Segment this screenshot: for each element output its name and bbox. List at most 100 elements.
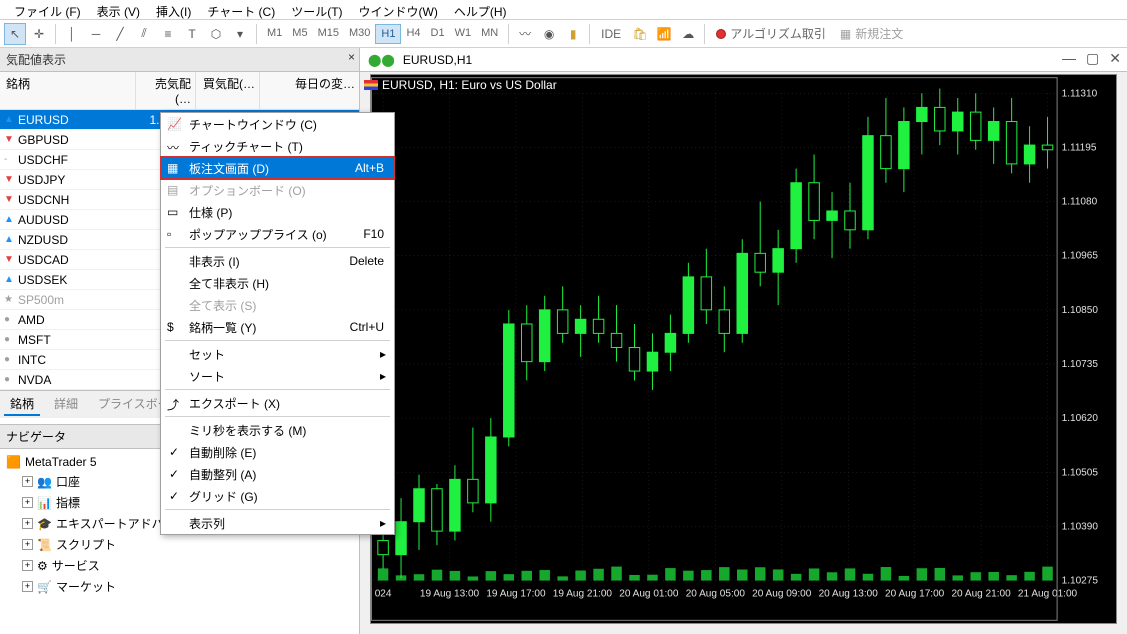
svg-text:19 Aug 21:00: 19 Aug 21:00: [553, 589, 613, 600]
shortcut-label: Delete: [349, 254, 384, 268]
expand-icon[interactable]: +: [22, 539, 33, 550]
svg-text:20 Aug 21:00: 20 Aug 21:00: [951, 589, 1011, 600]
nav-item[interactable]: +📜スクリプト: [6, 534, 353, 555]
maximize-icon[interactable]: ▢: [1086, 50, 1099, 67]
expand-icon[interactable]: +: [22, 476, 33, 487]
context-menu-item[interactable]: セット▸: [161, 343, 394, 365]
dropdown-tool[interactable]: ▾: [229, 23, 251, 45]
menu-item[interactable]: ヘルプ(H): [446, 0, 515, 19]
close-icon[interactable]: ✕: [1109, 50, 1121, 67]
context-menu-item[interactable]: ⤴エクスポート (X): [161, 392, 394, 414]
menu-item-label: グリッド (G): [189, 488, 258, 505]
close-icon[interactable]: ×: [348, 50, 355, 64]
chart-logo-icon: ⬤⬤: [368, 53, 395, 67]
trendline-tool[interactable]: ╱: [109, 23, 131, 45]
context-menu-item[interactable]: ▦板注文画面 (D)Alt+B: [161, 157, 394, 179]
menu-item-label: 全て表示 (S): [189, 297, 256, 314]
context-menu-item[interactable]: 〰ティックチャート (T): [161, 135, 394, 157]
col-bid[interactable]: 売気配(…: [136, 72, 196, 109]
menu-item-label: 非表示 (I): [189, 253, 240, 270]
tab-symbols[interactable]: 銘柄: [4, 393, 40, 416]
market-icon[interactable]: 🛍: [629, 23, 651, 45]
col-change[interactable]: 毎日の変…: [260, 72, 359, 109]
menu-item[interactable]: ファイル (F): [6, 0, 89, 19]
nav-item[interactable]: +⚙サービス: [6, 555, 353, 576]
context-menu-item[interactable]: $銘柄一覧 (Y)Ctrl+U: [161, 316, 394, 338]
text-tool[interactable]: T: [181, 23, 203, 45]
svg-text:19 Aug 13:00: 19 Aug 13:00: [420, 589, 480, 600]
signals-icon[interactable]: 📶: [653, 23, 675, 45]
menu-item[interactable]: 挿入(I): [148, 0, 199, 19]
timeframe-W1[interactable]: W1: [450, 24, 477, 44]
chart-canvas[interactable]: 1.113101.111951.110801.109651.108501.107…: [370, 74, 1117, 624]
linechart-icon[interactable]: 〰: [514, 23, 536, 45]
timeframe-M1[interactable]: M1: [262, 24, 287, 44]
timeframe-M15[interactable]: M15: [313, 24, 344, 44]
context-menu-item[interactable]: 表示列▸: [161, 512, 394, 534]
context-menu-item[interactable]: ▭仕様 (P): [161, 201, 394, 223]
nav-item[interactable]: +🛒マーケット: [6, 576, 353, 597]
menu-item[interactable]: ウインドウ(W): [351, 0, 446, 19]
menu-item-label: 仕様 (P): [189, 204, 232, 221]
crosshair-tool[interactable]: ✛: [28, 23, 50, 45]
ide-button[interactable]: IDE: [595, 24, 627, 44]
shortcut-label: Ctrl+U: [350, 320, 384, 334]
expand-icon[interactable]: +: [22, 581, 33, 592]
menu-item[interactable]: ツール(T): [283, 0, 350, 19]
algo-trading-button[interactable]: アルゴリズム取引: [710, 22, 832, 45]
menu-item[interactable]: 表示 (V): [89, 0, 148, 19]
svg-text:20 Aug 17:00: 20 Aug 17:00: [885, 589, 945, 600]
timeframe-MN[interactable]: MN: [476, 24, 503, 44]
direction-icon: [4, 254, 14, 265]
flag-icon: [364, 80, 378, 90]
context-menu-item[interactable]: 📈チャートウインドウ (C): [161, 113, 394, 135]
minimize-icon[interactable]: —: [1062, 50, 1076, 67]
indicator-icon[interactable]: ◉: [538, 23, 560, 45]
svg-text:21 Aug 01:00: 21 Aug 01:00: [1018, 589, 1078, 600]
cursor-tool[interactable]: ↖: [4, 23, 26, 45]
context-menu-item[interactable]: 非表示 (I) Delete: [161, 250, 394, 272]
menu-item[interactable]: チャート (C): [199, 0, 283, 19]
expand-icon[interactable]: +: [22, 497, 33, 508]
direction-icon: [4, 374, 10, 385]
cloud-icon[interactable]: ☁: [677, 23, 699, 45]
context-menu-item: ▤オプションボード (O): [161, 179, 394, 201]
tab-details[interactable]: 詳細: [48, 393, 84, 416]
objects-tool[interactable]: ⬡: [205, 23, 227, 45]
expand-icon[interactable]: +: [22, 560, 33, 571]
context-menu-item[interactable]: 自動削除 (E): [161, 441, 394, 463]
dom-icon: ▦: [167, 161, 181, 175]
context-menu-item[interactable]: ミリ秒を表示する (M): [161, 419, 394, 441]
new-order-button[interactable]: ▦ 新規注文: [834, 22, 909, 45]
chart-icon[interactable]: ▮: [562, 23, 584, 45]
timeframe-D1[interactable]: D1: [426, 24, 450, 44]
timeframe-M5[interactable]: M5: [287, 24, 312, 44]
timeframe-M30[interactable]: M30: [344, 24, 375, 44]
col-ask[interactable]: 買気配(…: [196, 72, 260, 109]
direction-icon: [4, 354, 10, 365]
menu-item-label: オプションボード (O): [189, 182, 306, 199]
separator: [589, 24, 590, 44]
timeframe-bar: M1M5M15M30H1H4D1W1MN: [262, 24, 503, 44]
timeframe-H4[interactable]: H4: [401, 24, 425, 44]
hline-tool[interactable]: ─: [85, 23, 107, 45]
nav-label: 口座: [56, 473, 80, 490]
shortcut-label: F10: [363, 227, 384, 241]
popup-icon: ▫: [167, 227, 181, 241]
context-menu-item[interactable]: グリッド (G): [161, 485, 394, 507]
menu-item-label: セット: [189, 346, 225, 363]
timeframe-H1[interactable]: H1: [375, 24, 401, 44]
fibo-tool[interactable]: ≡: [157, 23, 179, 45]
context-menu-item[interactable]: 全て非表示 (H): [161, 272, 394, 294]
context-menu-item[interactable]: ▫ポップアッププライス (o)F10: [161, 223, 394, 245]
nav-root-label: MetaTrader 5: [25, 455, 97, 469]
context-menu-item[interactable]: 自動整列 (A): [161, 463, 394, 485]
expand-icon[interactable]: +: [22, 518, 33, 529]
context-menu-item[interactable]: ソート▸: [161, 365, 394, 387]
col-symbol[interactable]: 銘柄: [0, 72, 136, 109]
vline-tool[interactable]: │: [61, 23, 83, 45]
divider: [165, 247, 390, 248]
direction-icon: [4, 134, 14, 145]
channel-tool[interactable]: ⫽: [133, 23, 155, 45]
nav-icon: 📊: [37, 496, 52, 510]
